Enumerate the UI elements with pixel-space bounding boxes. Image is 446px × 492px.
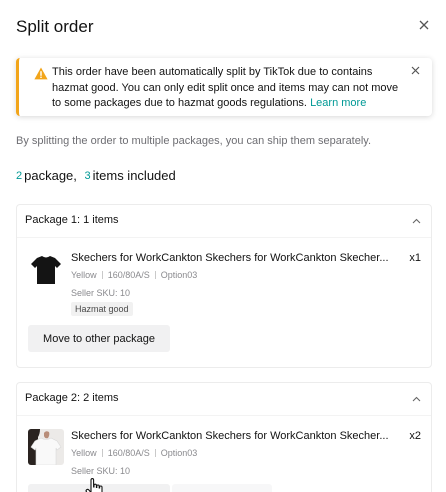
- move-to-other-package-button[interactable]: Move to other package: [28, 325, 170, 352]
- hazmat-badge: Hazmat good: [71, 302, 133, 316]
- package-title: Package 2: 2 items: [25, 392, 119, 404]
- seller-sku: Seller SKU: 10: [71, 288, 131, 298]
- separator: [101, 449, 103, 457]
- intro-text: By splitting the order to multiple packa…: [16, 135, 372, 147]
- hazmat-alert: This order have been automatically split…: [16, 58, 432, 116]
- package-count: 2: [16, 170, 23, 182]
- separator: [154, 449, 156, 457]
- package-title: Package 1: 1 items: [25, 214, 119, 226]
- hand-pointer-icon: [85, 478, 103, 492]
- secondary-button[interactable]: [172, 484, 272, 492]
- alert-message: This order have been automatically split…: [52, 65, 408, 112]
- product-quantity: x1: [409, 252, 421, 264]
- package-label: package,: [24, 168, 77, 183]
- learn-more-link[interactable]: Learn more: [310, 97, 366, 109]
- separator: [154, 271, 156, 279]
- package-summary: 2 package, 3 items included: [16, 168, 176, 183]
- variant-color: Yellow: [71, 448, 97, 458]
- product-thumbnail-black-tshirt: [28, 251, 64, 287]
- variant-size: 160/80A/S: [107, 270, 150, 280]
- variant-option: Option03: [160, 448, 198, 458]
- chevron-up-icon[interactable]: [412, 218, 421, 224]
- warning-icon: [34, 67, 48, 80]
- separator: [101, 271, 103, 279]
- modal-title: Split order: [16, 17, 94, 36]
- chevron-up-icon[interactable]: [412, 396, 421, 402]
- package-card-1: Package 1: 1 items Skechers for WorkCank…: [16, 204, 432, 368]
- alert-close-icon[interactable]: [411, 66, 420, 75]
- product-name: Skechers for WorkCankton Skechers for Wo…: [71, 252, 389, 264]
- variant-size: 160/80A/S: [107, 448, 150, 458]
- package-card-2: Package 2: 2 items Skechers for WorkCank…: [16, 382, 432, 492]
- divider: [17, 415, 431, 416]
- item-count: 3: [84, 170, 91, 182]
- close-icon[interactable]: [417, 18, 431, 32]
- item-label: items included: [92, 168, 176, 183]
- product-quantity: x2: [409, 430, 421, 442]
- variant-option: Option03: [160, 270, 198, 280]
- divider: [17, 237, 431, 238]
- product-thumbnail-white-tshirt-model: [28, 429, 64, 465]
- product-variant: Yellow 160/80A/S Option03: [71, 448, 197, 458]
- seller-sku: Seller SKU: 10: [71, 466, 131, 476]
- variant-color: Yellow: [71, 270, 97, 280]
- product-variant: Yellow 160/80A/S Option03: [71, 270, 197, 280]
- product-name: Skechers for WorkCankton Skechers for Wo…: [71, 430, 389, 442]
